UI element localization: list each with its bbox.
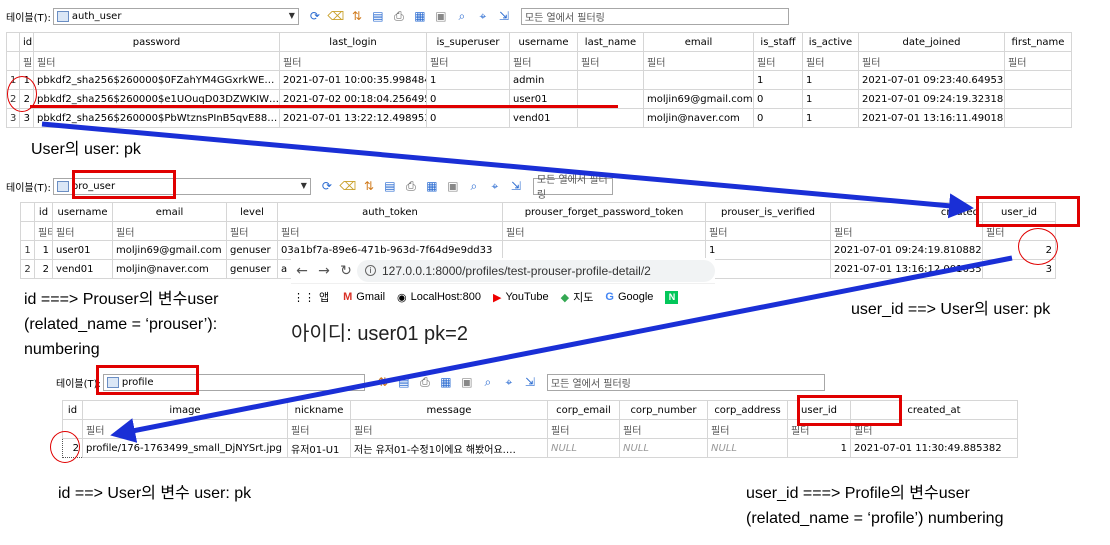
relation-arrows (41, 121, 1013, 443)
arrow-prouser-to-profile-id (110, 255, 1013, 443)
arrow-auth-user-to-user-id (41, 121, 974, 219)
